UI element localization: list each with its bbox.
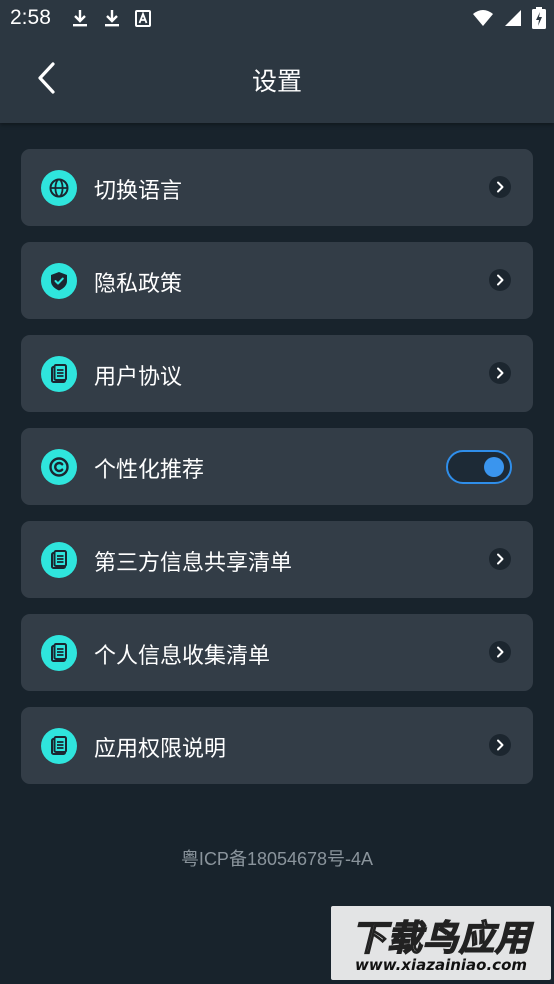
status-time: 2:58 — [10, 6, 51, 29]
toggle-knob — [484, 457, 504, 477]
settings-item-label: 第三方信息共享清单 — [94, 551, 293, 576]
copyright-icon — [41, 449, 77, 485]
top-app-bar: 2:58 设置 — [0, 0, 554, 123]
globe-icon — [41, 170, 77, 206]
site-watermark: 下载鸟应用 www.xiazainiao.com — [331, 906, 551, 980]
icp-license-text: 粤ICP备18054678号-4A — [180, 849, 374, 869]
wifi-icon — [472, 9, 494, 31]
signal-icon — [504, 9, 522, 31]
status-notification-icons — [70, 8, 152, 32]
chevron-right-icon — [489, 362, 511, 384]
settings-item-label: 切换语言 — [94, 179, 183, 204]
document-icon — [41, 356, 77, 392]
chevron-right-icon — [489, 269, 511, 291]
page-title: 设置 — [251, 67, 302, 96]
settings-item-label: 用户协议 — [94, 365, 183, 390]
status-system-icons — [472, 7, 546, 33]
status-bar: 2:58 — [0, 0, 554, 38]
settings-item-personal-info-collection-list[interactable]: 个人信息收集清单 — [21, 614, 533, 691]
download-icon — [70, 8, 90, 32]
settings-item-privacy-policy[interactable]: 隐私政策 — [21, 242, 533, 319]
chevron-right-icon — [489, 734, 511, 756]
settings-item-app-permissions[interactable]: 应用权限说明 — [21, 707, 533, 784]
chevron-right-icon — [489, 641, 511, 663]
download-icon — [102, 8, 122, 32]
settings-list: 切换语言 隐私政策 用户协议 个性化推荐 第三方信息共享清单 个人信息收集清单 … — [21, 149, 533, 800]
document-icon — [41, 542, 77, 578]
watermark-url: www.xiazainiao.com — [354, 956, 528, 974]
document-icon — [41, 728, 77, 764]
battery-charging-icon — [532, 7, 546, 33]
chevron-right-icon — [489, 176, 511, 198]
settings-item-label: 个性化推荐 — [94, 458, 205, 483]
settings-item-label: 应用权限说明 — [94, 737, 227, 762]
settings-item-user-agreement[interactable]: 用户协议 — [21, 335, 533, 412]
settings-item-personalized-recommendation: 个性化推荐 — [21, 428, 533, 505]
settings-item-label: 个人信息收集清单 — [94, 644, 271, 669]
settings-item-language[interactable]: 切换语言 — [21, 149, 533, 226]
watermark-title: 下载鸟应用 — [350, 918, 531, 960]
notification-a-icon — [134, 8, 152, 32]
personalized-recommendation-toggle[interactable] — [446, 450, 512, 484]
settings-item-label: 隐私政策 — [94, 272, 183, 297]
document-icon — [41, 635, 77, 671]
chevron-right-icon — [489, 548, 511, 570]
shield-check-icon — [41, 263, 77, 299]
settings-item-third-party-sharing-list[interactable]: 第三方信息共享清单 — [21, 521, 533, 598]
